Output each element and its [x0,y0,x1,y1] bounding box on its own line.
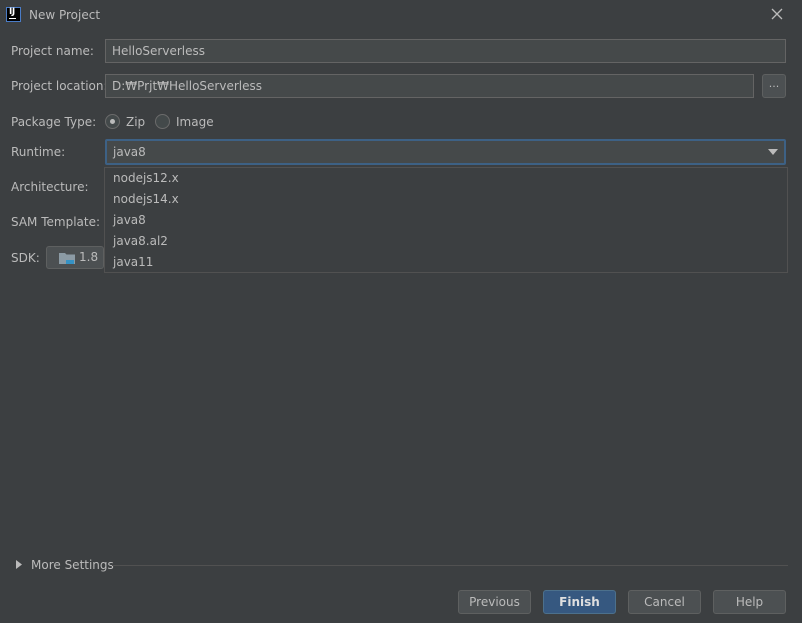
more-settings-label: More Settings [31,558,114,572]
sam-template-label: SAM Template: [11,215,101,229]
runtime-option-nodejs14[interactable]: nodejs14.x [105,189,787,210]
project-name-label: Project name: [11,44,94,58]
runtime-label: Runtime: [11,145,66,159]
runtime-option-nodejs12[interactable]: nodejs12.x [105,168,787,189]
sdk-combobox[interactable]: 1.8 [46,246,104,269]
cancel-button[interactable]: Cancel [628,590,701,614]
runtime-option-java8[interactable]: java8 [105,210,787,231]
finish-button[interactable]: Finish [543,590,616,614]
previous-button[interactable]: Previous [458,590,531,614]
help-button[interactable]: Help [713,590,786,614]
runtime-selected-value: java8 [113,145,146,159]
runtime-dropdown-list: nodejs12.x nodejs14.x java8 java8.al2 ja… [104,167,788,273]
more-settings-divider [112,565,788,566]
sdk-value: 1.8 [79,250,99,264]
browse-location-button[interactable]: ... [762,74,786,98]
close-icon[interactable] [768,5,786,23]
project-location-input[interactable] [105,74,754,98]
intellij-app-icon: IJ [6,7,21,22]
package-image-radio[interactable] [155,114,170,129]
package-zip-radio[interactable] [105,114,120,129]
chevron-down-icon [768,149,778,155]
project-name-input[interactable] [105,39,786,63]
architecture-label: Architecture: [11,180,89,194]
runtime-option-java8-al2[interactable]: java8.al2 [105,231,787,252]
package-zip-label[interactable]: Zip [126,115,145,129]
sdk-label: SDK: [11,251,40,265]
package-type-label: Package Type: [11,115,97,129]
package-image-label[interactable]: Image [176,115,214,129]
runtime-combobox[interactable]: java8 [105,139,786,165]
runtime-option-java11[interactable]: java11 [105,252,787,273]
project-location-label: Project location: [11,79,108,93]
folder-icon [59,253,75,264]
chevron-right-icon [16,560,22,569]
window-title: New Project [29,8,101,22]
title-bar: IJ New Project [0,0,802,30]
